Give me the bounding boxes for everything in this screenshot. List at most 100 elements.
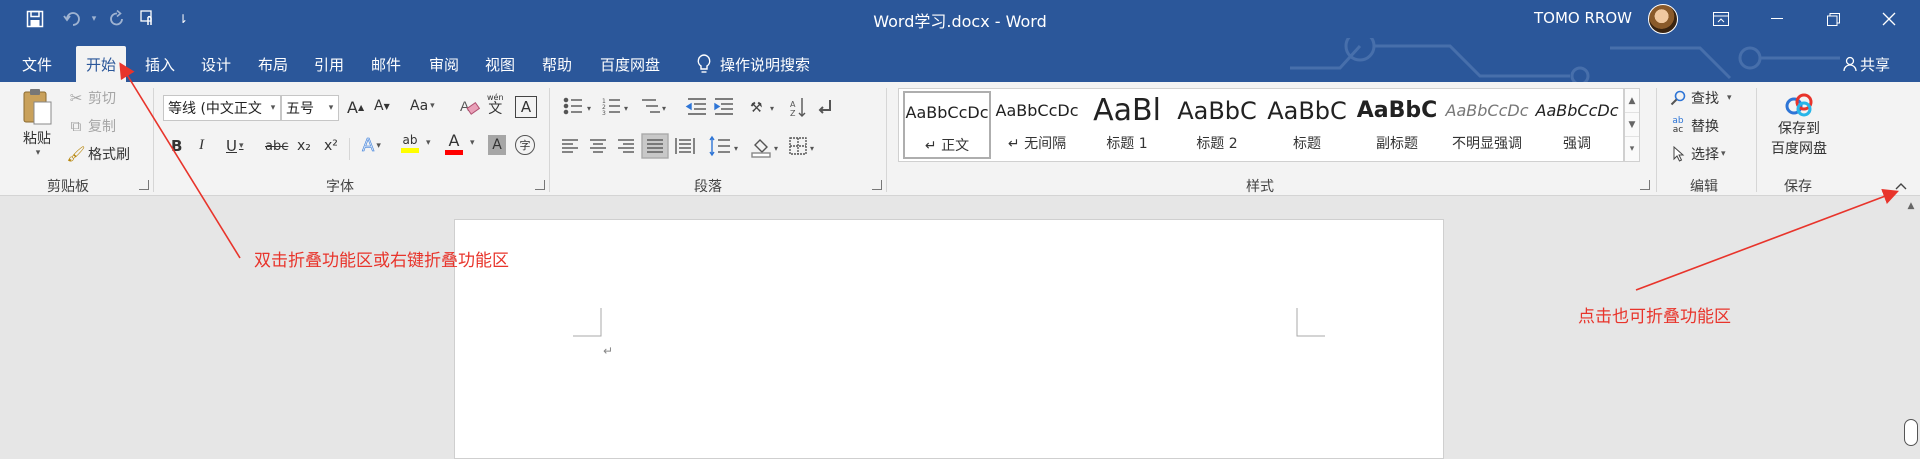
text-effects-button[interactable]: A ▾ [362,135,381,157]
highlight-swatch [401,148,419,153]
scissors-icon: ✂ [69,89,83,107]
tab-insert[interactable]: 插入 [135,46,185,82]
bold-button[interactable]: B [171,137,182,155]
tab-view[interactable]: 视图 [475,46,525,82]
vertical-scrollbar[interactable]: ▲ [1902,197,1920,446]
highlight-dropdown[interactable]: ▾ [424,138,431,148]
tab-layout[interactable]: 布局 [248,46,298,82]
select-button[interactable]: 选择 ▾ [1668,144,1726,164]
styles-dialog-launcher-icon[interactable] [1640,180,1650,190]
tell-me-search[interactable]: 操作说明搜索 [684,46,820,82]
scroll-up-icon[interactable]: ▲ [1902,197,1920,215]
borders-icon [789,137,807,155]
collapse-ribbon-icon[interactable] [1894,180,1908,194]
svg-text:▾: ▾ [774,144,778,153]
superscript-button[interactable]: x² [324,138,338,154]
font-color-button[interactable]: A [445,133,463,155]
character-border-icon: A [520,98,532,116]
highlight-button[interactable]: ab [401,134,419,153]
character-shading-icon: A [492,137,502,153]
clipboard-dialog-launcher-icon[interactable] [139,180,149,190]
enclose-characters-button[interactable]: 字 [515,135,535,155]
subscript-button[interactable]: x₂ [297,138,311,154]
close-icon[interactable] [1866,0,1912,38]
tab-mailings[interactable]: 邮件 [361,46,411,82]
replace-button[interactable]: ab ac 替换 [1668,116,1719,136]
underline-button[interactable]: U ▾ [226,137,244,155]
customize-qat-icon[interactable]: ⇂ [176,6,190,32]
touch-mode-icon[interactable] [136,6,162,32]
share-label: 共享 [1860,55,1891,74]
group-divider [153,88,154,192]
style-subtitle[interactable]: AaBbC 副标题 [1353,91,1441,159]
clear-formatting-button[interactable]: A [458,96,480,118]
font-color-dropdown[interactable]: ▾ [468,138,475,148]
font-name-value: 等线 (中文正文 [168,101,262,117]
style-no-spacing[interactable]: AaBbCcDc ↵ 无间隔 [993,91,1081,159]
styles-gallery: AaBbCcDc ↵ 正文 AaBbCcDc ↵ 无间隔 AaBl 标题 1 A… [898,88,1624,162]
tab-design[interactable]: 设计 [191,46,241,82]
font-group-label: 字体 [326,179,354,195]
style-heading-2[interactable]: AaBbC 标题 2 [1173,91,1261,159]
paste-dropdown-icon[interactable]: ▾ [36,148,41,158]
redo-icon[interactable] [104,6,130,32]
change-case-button[interactable]: Aa ▾ [410,98,435,114]
share-button[interactable]: 共享 [1830,46,1900,82]
paragraph-dialog-launcher-icon[interactable] [872,180,882,190]
align-center-icon [590,139,606,153]
style-title[interactable]: AaBbC 标题 [1263,91,1351,159]
text-effects-icon: A [362,135,375,157]
user-name[interactable]: TOMO RROW [1534,9,1632,27]
document-page[interactable]: ↵ [454,219,1444,459]
italic-button[interactable]: I [199,137,204,154]
ribbon-display-options-icon[interactable] [1698,0,1744,38]
chevron-down-icon[interactable]: ▾ [324,96,338,120]
baidu-netdisk-icon [1785,93,1813,117]
bold-icon: B [171,137,183,155]
phonetic-guide-button[interactable]: wén 文 [487,94,504,117]
strikethrough-button[interactable]: abc [265,139,288,154]
style-normal[interactable]: AaBbCcDc ↵ 正文 [903,91,991,159]
tab-baidu-netdisk[interactable]: 百度网盘 [590,46,670,82]
restore-icon[interactable] [1810,0,1856,38]
tab-help[interactable]: 帮助 [532,46,582,82]
font-size-combo[interactable]: 五号 ▾ [281,95,339,121]
cut-button[interactable]: ✂ 剪切 [66,88,116,108]
circuit-decoration [1290,38,1840,82]
chevron-down-icon[interactable]: ▾ [266,96,280,120]
style-sample: AaBbCcDc [1535,101,1619,120]
tab-references[interactable]: 引用 [304,46,354,82]
save-icon[interactable] [22,6,48,32]
font-name-combo[interactable]: 等线 (中文正文 ▾ [163,95,281,121]
style-heading-1[interactable]: AaBl 标题 1 [1083,91,1171,159]
grow-font-button[interactable]: A ▲ [347,98,364,117]
avatar[interactable] [1648,4,1678,34]
copy-button[interactable]: ⧉ 复制 [66,116,116,136]
save-to-baidu-button[interactable]: 保存到 百度网盘 [1762,92,1836,158]
crop-mark-top-right [1296,308,1325,337]
minimize-icon[interactable] [1754,0,1800,38]
svg-text:A: A [460,98,470,114]
eraser-icon: A [460,98,480,115]
scroll-thumb[interactable] [1904,419,1918,446]
find-button[interactable]: 查找 ▾ [1668,88,1732,108]
shrink-font-button[interactable]: A ▼ [374,98,390,114]
svg-text:3: 3 [602,110,606,117]
chevron-up-icon[interactable]: ▲ [1625,89,1639,113]
tab-file[interactable]: 文件 [12,46,62,82]
undo-dropdown-icon[interactable]: ▾ [88,6,100,32]
svg-text:A: A [790,100,796,109]
chevron-down-icon[interactable]: ▼ [1625,113,1639,137]
style-emphasis[interactable]: AaBbCcDc 强调 [1533,91,1621,159]
character-shading-button[interactable]: A [488,135,506,155]
style-subtle-emphasis[interactable]: AaBbCcDc 不明显强调 [1443,91,1531,159]
character-border-button[interactable]: A [515,96,537,118]
tab-review[interactable]: 审阅 [419,46,469,82]
undo-icon[interactable] [58,6,88,32]
paste-button[interactable]: 粘贴 ▾ [18,88,56,158]
format-painter-button[interactable]: 🖌 格式刷 [66,144,130,164]
svg-text:▾: ▾ [624,104,628,113]
tab-home[interactable]: 开始 [76,46,127,82]
more-styles-icon[interactable]: ▾ [1625,137,1639,161]
font-dialog-launcher-icon[interactable] [535,180,545,190]
